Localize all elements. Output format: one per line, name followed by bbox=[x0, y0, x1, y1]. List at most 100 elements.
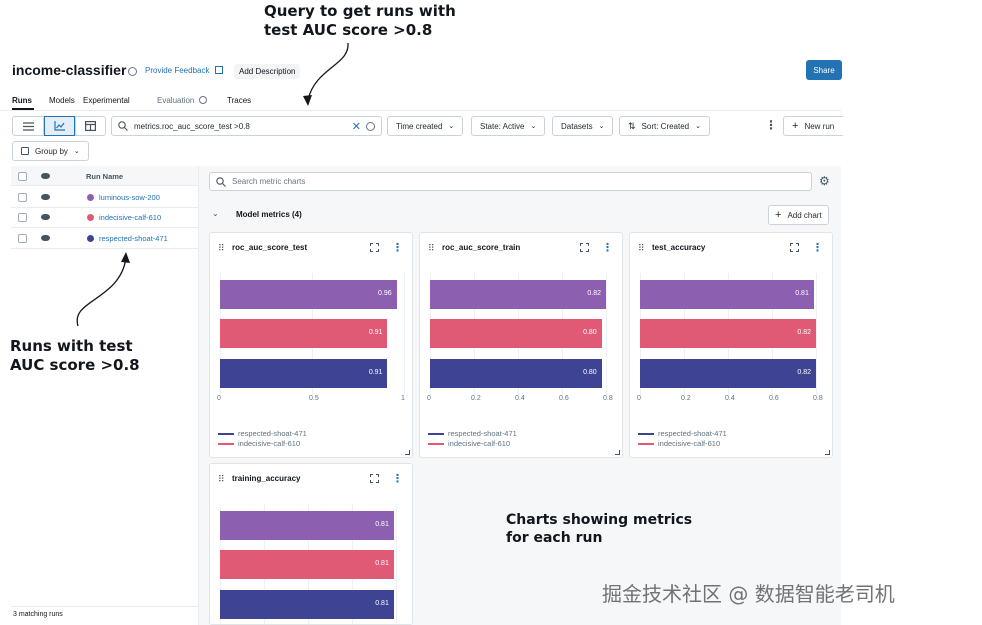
collapse-chevron-icon[interactable]: ⌄ bbox=[212, 209, 219, 218]
gear-icon[interactable]: ⚙ bbox=[819, 174, 830, 188]
run-search-input[interactable]: metrics.roc_auc_score_test >0.8 ✕ bbox=[111, 116, 382, 136]
tab-runs[interactable]: Runs bbox=[12, 96, 32, 105]
resize-handle-icon[interactable] bbox=[825, 450, 830, 455]
row-checkbox[interactable] bbox=[18, 234, 27, 243]
legend-swatch bbox=[428, 442, 444, 445]
x-tick-label: 0.6 bbox=[559, 395, 569, 402]
legend-entry[interactable]: respected-shoat-471 bbox=[218, 429, 307, 438]
metric-chart-search-input[interactable]: Search metric charts bbox=[209, 172, 812, 191]
drag-handle-icon[interactable]: ⠿ bbox=[428, 243, 435, 254]
drag-handle-icon[interactable]: ⠿ bbox=[218, 474, 225, 485]
legend-label: indecisive-calf-610 bbox=[658, 439, 721, 448]
list-view-button[interactable] bbox=[12, 116, 44, 136]
fullscreen-icon[interactable] bbox=[370, 243, 379, 252]
legend-swatch bbox=[218, 442, 234, 445]
chart-menu-icon[interactable]: ⋮ bbox=[392, 241, 403, 254]
gridline bbox=[396, 504, 397, 624]
chart-card: ⠿ test_accuracy ⋮ 0.81 0.82 0.82 0 0.2 0.4 0.6 0.8… bbox=[629, 232, 833, 458]
run-name-link[interactable]: indecisive-calf-610 bbox=[99, 213, 161, 222]
datasets-dropdown[interactable]: Datasets ⌄ bbox=[552, 116, 614, 136]
time-created-dropdown[interactable]: Time created ⌄ bbox=[387, 116, 464, 136]
bar-value-label: 0.91 bbox=[368, 369, 383, 376]
resize-handle-icon[interactable] bbox=[615, 450, 620, 455]
tab-traces[interactable]: Traces bbox=[227, 96, 251, 105]
legend-label: indecisive-calf-610 bbox=[448, 439, 511, 448]
table-row[interactable]: luminous-sow-200 bbox=[11, 187, 198, 208]
chart-view-button[interactable] bbox=[44, 116, 75, 136]
clear-search-icon[interactable]: ✕ bbox=[352, 120, 361, 133]
x-tick-label: 0.2 bbox=[681, 395, 691, 402]
eye-icon[interactable] bbox=[41, 235, 50, 241]
experiment-title: income-classifier bbox=[12, 62, 127, 78]
bar-value-label: 0.80 bbox=[583, 329, 597, 336]
bar-value-label: 0.82 bbox=[797, 329, 811, 336]
legend-entry[interactable]: respected-shoat-471 bbox=[428, 429, 517, 438]
bar-value-label: 0.81 bbox=[795, 290, 809, 297]
share-button[interactable]: Share bbox=[806, 60, 842, 80]
chart-title: test_accuracy bbox=[652, 243, 706, 252]
chevron-down-icon: ⌄ bbox=[598, 123, 605, 130]
legend-swatch bbox=[638, 442, 654, 445]
x-tick-label: 0.6 bbox=[769, 395, 779, 402]
run-name-link[interactable]: luminous-sow-200 bbox=[99, 193, 160, 202]
drag-handle-icon[interactable]: ⠿ bbox=[638, 243, 645, 254]
query-arrow bbox=[303, 42, 349, 106]
bar-value-label: 0.81 bbox=[375, 600, 389, 607]
bar-value-label: 0.82 bbox=[587, 290, 601, 297]
legend-entry[interactable]: indecisive-calf-610 bbox=[428, 439, 510, 448]
legend-entry[interactable]: respected-shoat-471 bbox=[638, 429, 727, 438]
more-options-icon[interactable]: ⋮ bbox=[765, 118, 777, 132]
x-tick-label: 0 bbox=[427, 395, 431, 402]
row-checkbox[interactable] bbox=[18, 193, 27, 202]
chart-title: training_accuracy bbox=[232, 474, 301, 483]
drag-handle-icon[interactable]: ⠿ bbox=[218, 243, 225, 254]
x-tick-label: 0.5 bbox=[309, 395, 319, 402]
x-tick-label: 0 bbox=[637, 395, 641, 402]
legend-entry[interactable]: indecisive-calf-610 bbox=[638, 439, 720, 448]
run-name-column-header[interactable]: Run Name bbox=[86, 172, 123, 181]
add-chart-button[interactable]: + Add chart bbox=[768, 205, 829, 225]
search-info-icon[interactable] bbox=[366, 121, 375, 131]
chart-card: ⠿ roc_auc_score_test ⋮ 0.96 0.91 0.91 0 0.5 1 res… bbox=[209, 232, 413, 458]
chevron-down-icon: ⌄ bbox=[530, 123, 537, 130]
info-icon[interactable] bbox=[128, 67, 137, 76]
plus-icon: + bbox=[775, 209, 782, 221]
legend-entry[interactable]: indecisive-calf-610 bbox=[218, 439, 300, 448]
chevron-down-icon: ⌄ bbox=[695, 123, 701, 130]
x-tick-label: 0 bbox=[217, 395, 221, 402]
tab-evaluation[interactable]: Evaluation bbox=[157, 96, 207, 105]
table-row[interactable]: respected-shoat-471 bbox=[11, 228, 198, 249]
fullscreen-icon[interactable] bbox=[580, 243, 589, 252]
table-row[interactable]: indecisive-calf-610 bbox=[11, 207, 198, 228]
fullscreen-icon[interactable] bbox=[370, 474, 379, 483]
x-tick-label: 0.4 bbox=[725, 395, 735, 402]
chart-menu-icon[interactable]: ⋮ bbox=[812, 241, 823, 254]
table-view-button[interactable] bbox=[75, 116, 106, 136]
tab-models[interactable]: Models bbox=[49, 96, 75, 105]
chart-menu-icon[interactable]: ⋮ bbox=[602, 241, 613, 254]
x-tick-label: 0.2 bbox=[471, 395, 481, 402]
run-color-dot bbox=[87, 235, 94, 242]
eye-icon[interactable] bbox=[41, 214, 50, 220]
legend-label: indecisive-calf-610 bbox=[238, 439, 301, 448]
legend-label: respected-shoat-471 bbox=[658, 429, 727, 438]
add-description-button[interactable]: Add Description bbox=[234, 64, 301, 79]
row-checkbox[interactable] bbox=[18, 213, 27, 222]
footer-divider bbox=[11, 606, 198, 607]
sort-dropdown[interactable]: ⇅ Sort: Created ⌄ bbox=[619, 116, 710, 136]
bar-value-label: 0.80 bbox=[583, 369, 597, 376]
chart-card: ⠿ roc_auc_score_train ⋮ 0.82 0.80 0.80 0 0.2 0.4… bbox=[419, 232, 623, 458]
state-dropdown[interactable]: State: Active ⌄ bbox=[471, 116, 546, 136]
run-name-link[interactable]: respected-shoat-471 bbox=[99, 234, 168, 243]
select-all-checkbox[interactable] bbox=[18, 172, 27, 181]
provide-feedback-link[interactable]: Provide Feedback bbox=[145, 66, 223, 75]
eye-icon[interactable] bbox=[41, 194, 50, 200]
gridline bbox=[404, 273, 405, 395]
resize-handle-icon[interactable] bbox=[405, 450, 410, 455]
eye-icon[interactable] bbox=[41, 173, 50, 179]
new-run-button[interactable]: + New run bbox=[783, 116, 843, 136]
fullscreen-icon[interactable] bbox=[790, 243, 799, 252]
chart-card: ⠿ training_accuracy ⋮ 0.81 0.81 0.81 bbox=[209, 463, 413, 625]
group-by-dropdown[interactable]: Group by ⌄ bbox=[12, 141, 89, 161]
chart-menu-icon[interactable]: ⋮ bbox=[392, 472, 403, 485]
